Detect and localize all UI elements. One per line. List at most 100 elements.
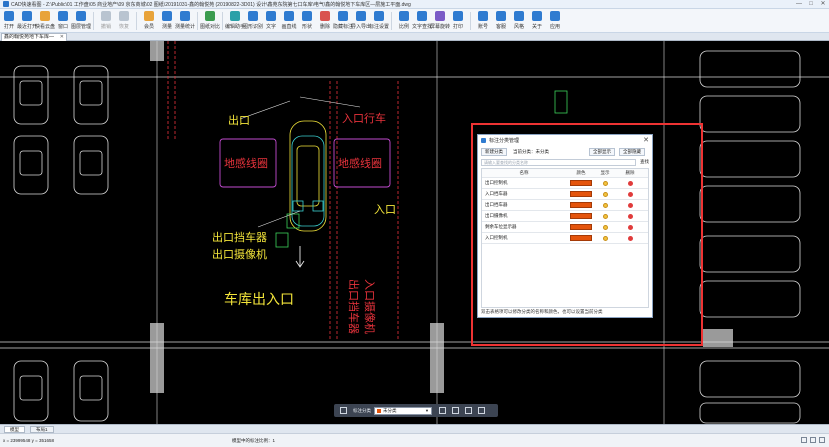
chevron-down-icon: ▼ [425,408,429,413]
toolbar-button-line[interactable]: 画直线 [281,11,297,30]
category-select[interactable]: 未分类 ▼ [374,406,432,415]
dialog-title-bar[interactable]: 标注分类管理 ✕ [478,135,652,146]
toolbar-button-import-export[interactable]: 导入导出 [351,11,371,30]
dialog-close-icon[interactable]: ✕ [643,137,649,144]
toolbar-label: 测量统计 [175,24,196,30]
grid-icon[interactable] [340,407,347,414]
delete-icon[interactable] [627,235,633,241]
color-swatch[interactable] [570,180,592,186]
delete-icon [320,11,330,21]
color-swatch[interactable] [570,191,592,197]
toolbar-separator [93,11,94,30]
toolbar-button-open[interactable]: 打开 [1,11,17,30]
drawing-canvas[interactable]: 出口 入口行车 地感线圈 地感线圈 入口 出口挡车器 出口摄像机 车库出入口 出… [0,41,829,424]
table-row[interactable]: 入口挡车器 [482,189,648,200]
toolbar-button-annotation-settings[interactable]: 标注设置 [369,11,389,30]
table-row[interactable]: 出口控制机 [482,178,648,189]
toolbar-button-vip[interactable]: 会员 [141,11,157,30]
ortho-icon[interactable] [810,437,816,443]
fullscreen-icon[interactable] [819,437,825,443]
account-icon [478,11,488,21]
color-swatch[interactable] [570,224,592,230]
tab-model[interactable]: 模型 [4,426,25,433]
document-tab[interactable]: 鑫的翰悦苑地下车库— ✕ [1,33,67,41]
delete-icon[interactable] [627,213,633,219]
toolbar-button-print[interactable]: 打印 [450,11,466,30]
toolbar-button-layers[interactable]: 图层管理 [71,11,91,30]
show-all-button[interactable]: 全部显示 [589,147,615,156]
toolbar-button-undo[interactable]: 撤销 [98,11,114,30]
tab-layout1[interactable]: 布局1 [30,426,54,433]
toolbar-button-apps[interactable]: 应用 [547,11,563,30]
label-entry-top: 入口行车 [342,111,386,125]
table-row[interactable]: 入口控制机 [482,233,648,244]
toolbar-button-cloud[interactable]: 快看云盘 [35,11,55,30]
toolbar-button-rotate[interactable]: 屏幕旋转 [430,11,450,30]
visibility-icon[interactable] [602,180,608,186]
table-row[interactable]: 出口摄像机 [482,211,648,222]
toolbar-button-text-search[interactable]: 文字查找 [412,11,432,30]
delete-icon[interactable] [627,202,633,208]
toolbar-button-window[interactable]: 窗口 [55,11,71,30]
color-swatch[interactable] [570,213,592,219]
toolbar-button-style[interactable]: 风格 [511,11,527,30]
toolbar-label: 图形识别 [243,24,264,30]
color-cell [566,213,596,219]
close-window-button[interactable]: ✕ [817,0,829,9]
text-search-icon [417,11,427,21]
delete-icon[interactable] [627,180,633,186]
snap-icon[interactable] [801,437,807,443]
find-button[interactable]: 查找 [640,159,649,165]
label-vertical-right: 入口摄像机 [363,279,377,334]
minimize-button[interactable]: — [793,0,805,9]
toolbar-button-redo[interactable]: 恢复 [116,11,132,30]
toolbar-separator [222,11,223,30]
visibility-icon[interactable] [602,224,608,230]
visibility-icon[interactable] [602,191,608,197]
toolbar-button-scale[interactable]: 比例 [396,11,412,30]
hide-all-button[interactable]: 全部隐藏 [619,147,645,156]
color-swatch[interactable] [570,202,592,208]
move-icon[interactable] [452,407,459,414]
paste-icon[interactable] [478,407,485,414]
table-header: 名称 颜色 显示 删除 [482,169,648,178]
category-search-input[interactable]: 请输入要查找的分类名称 [481,158,636,166]
toolbar-button-delete[interactable]: 删除 [317,11,333,30]
label-exit-top: 出口 [228,113,250,127]
status-icons [798,437,825,443]
visibility-icon[interactable] [602,202,608,208]
show-cell [596,202,614,208]
document-tab-close-icon[interactable]: ✕ [60,34,64,41]
table-row[interactable]: 剩余车位显示器 [482,222,648,233]
color-swatch[interactable] [570,235,592,241]
edit-icon[interactable] [439,407,446,414]
copy-icon[interactable] [465,407,472,414]
toolbar-button-account[interactable]: 账号 [475,11,491,30]
status-bar: x = 23999548 y = 351658 模型中的标注比例：1 [0,433,829,447]
main-toolbar: 打开 最近打开 快看云盘 窗口 图层管理 撤销 恢复 会员 测量 测量统计 图纸对比 编辑助手 图形识别… [0,9,829,33]
toolbar-button-measure-stats[interactable]: 测量统计 [175,11,196,30]
toolbar-button-edit-assistant[interactable]: 编辑助手 [225,11,245,30]
toolbar-button-about[interactable]: 关于 [529,11,545,30]
toolbar-button-recent[interactable]: 最近打开 [17,11,37,30]
toolbar-button-support[interactable]: 客服 [493,11,509,30]
visibility-icon[interactable] [602,213,608,219]
new-category-button[interactable]: 新建分类 [481,147,507,156]
apps-icon [550,11,560,21]
dialog-app-icon [481,138,486,143]
delete-icon[interactable] [627,224,633,230]
table-row[interactable]: 出口挡车器 [482,200,648,211]
show-cell [596,180,614,186]
toolbar-button-text[interactable]: 文字 [263,11,279,30]
toolbar-button-measure[interactable]: 测量 [159,11,175,30]
visibility-icon[interactable] [602,235,608,241]
title-bar: CAD快速看图 - Z:\Public\01 工作盘\05 商业地产\09 京东… [0,0,829,9]
toolbar-button-compare[interactable]: 图纸对比 [200,11,220,30]
toolbar-button-shape-recognize[interactable]: 图形识别 [243,11,264,30]
toolbar-button-shape[interactable]: 形状 [299,11,315,30]
delete-icon[interactable] [627,191,633,197]
category-name: 剩余车位显示器 [485,224,517,229]
maximize-button[interactable]: □ [805,0,817,9]
scale-icon [399,11,409,21]
toolbar-button-hide-annotation[interactable]: 隐藏标注 [333,11,353,30]
